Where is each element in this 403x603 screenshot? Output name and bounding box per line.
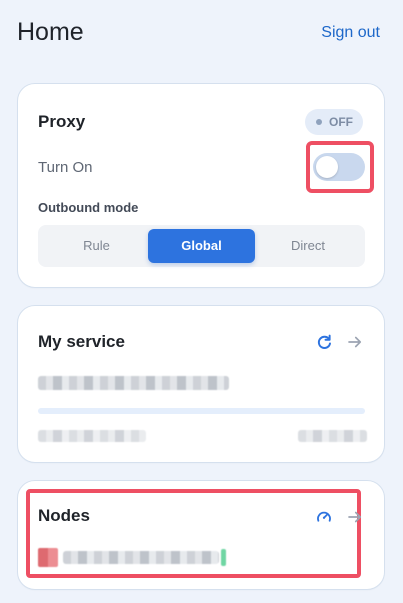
outbound-mode-global[interactable]: Global bbox=[148, 229, 255, 263]
status-badge-label: OFF bbox=[329, 115, 353, 129]
top-header: Home Sign out bbox=[0, 0, 403, 70]
speed-icon[interactable] bbox=[315, 508, 333, 526]
outbound-mode-direct[interactable]: Direct bbox=[255, 229, 361, 263]
service-meta-left-redacted bbox=[38, 430, 146, 442]
node-name-redacted bbox=[63, 551, 219, 564]
node-list-item[interactable] bbox=[38, 548, 228, 567]
proxy-card: Proxy OFF Turn On Outbound mode Rule Glo… bbox=[17, 83, 385, 288]
node-flag-icon bbox=[38, 548, 58, 567]
node-status-icon bbox=[221, 549, 226, 566]
toggle-knob bbox=[316, 156, 338, 178]
service-usage-progress bbox=[38, 408, 365, 414]
nodes-title: Nodes bbox=[38, 506, 90, 525]
service-meta-right-redacted bbox=[298, 430, 367, 442]
service-name-redacted bbox=[38, 376, 229, 390]
status-dot-icon bbox=[316, 119, 322, 125]
my-service-title: My service bbox=[38, 332, 125, 351]
nodes-card: Nodes bbox=[17, 480, 385, 590]
proxy-toggle-switch[interactable] bbox=[313, 153, 365, 181]
turn-on-label: Turn On bbox=[38, 159, 93, 176]
page-title: Home bbox=[17, 18, 84, 46]
outbound-mode-label: Outbound mode bbox=[38, 200, 139, 215]
outbound-mode-selector: Rule Global Direct bbox=[38, 225, 365, 267]
arrow-right-icon[interactable] bbox=[346, 508, 364, 526]
refresh-icon[interactable] bbox=[315, 333, 333, 351]
proxy-title: Proxy bbox=[38, 112, 86, 131]
arrow-right-icon[interactable] bbox=[346, 333, 364, 351]
home-screen: Home Sign out Proxy OFF Turn On Outbound… bbox=[0, 0, 403, 603]
my-service-card: My service bbox=[17, 305, 385, 463]
proxy-status-badge: OFF bbox=[305, 109, 363, 135]
sign-out-button[interactable]: Sign out bbox=[321, 24, 380, 42]
outbound-mode-rule[interactable]: Rule bbox=[44, 229, 149, 263]
